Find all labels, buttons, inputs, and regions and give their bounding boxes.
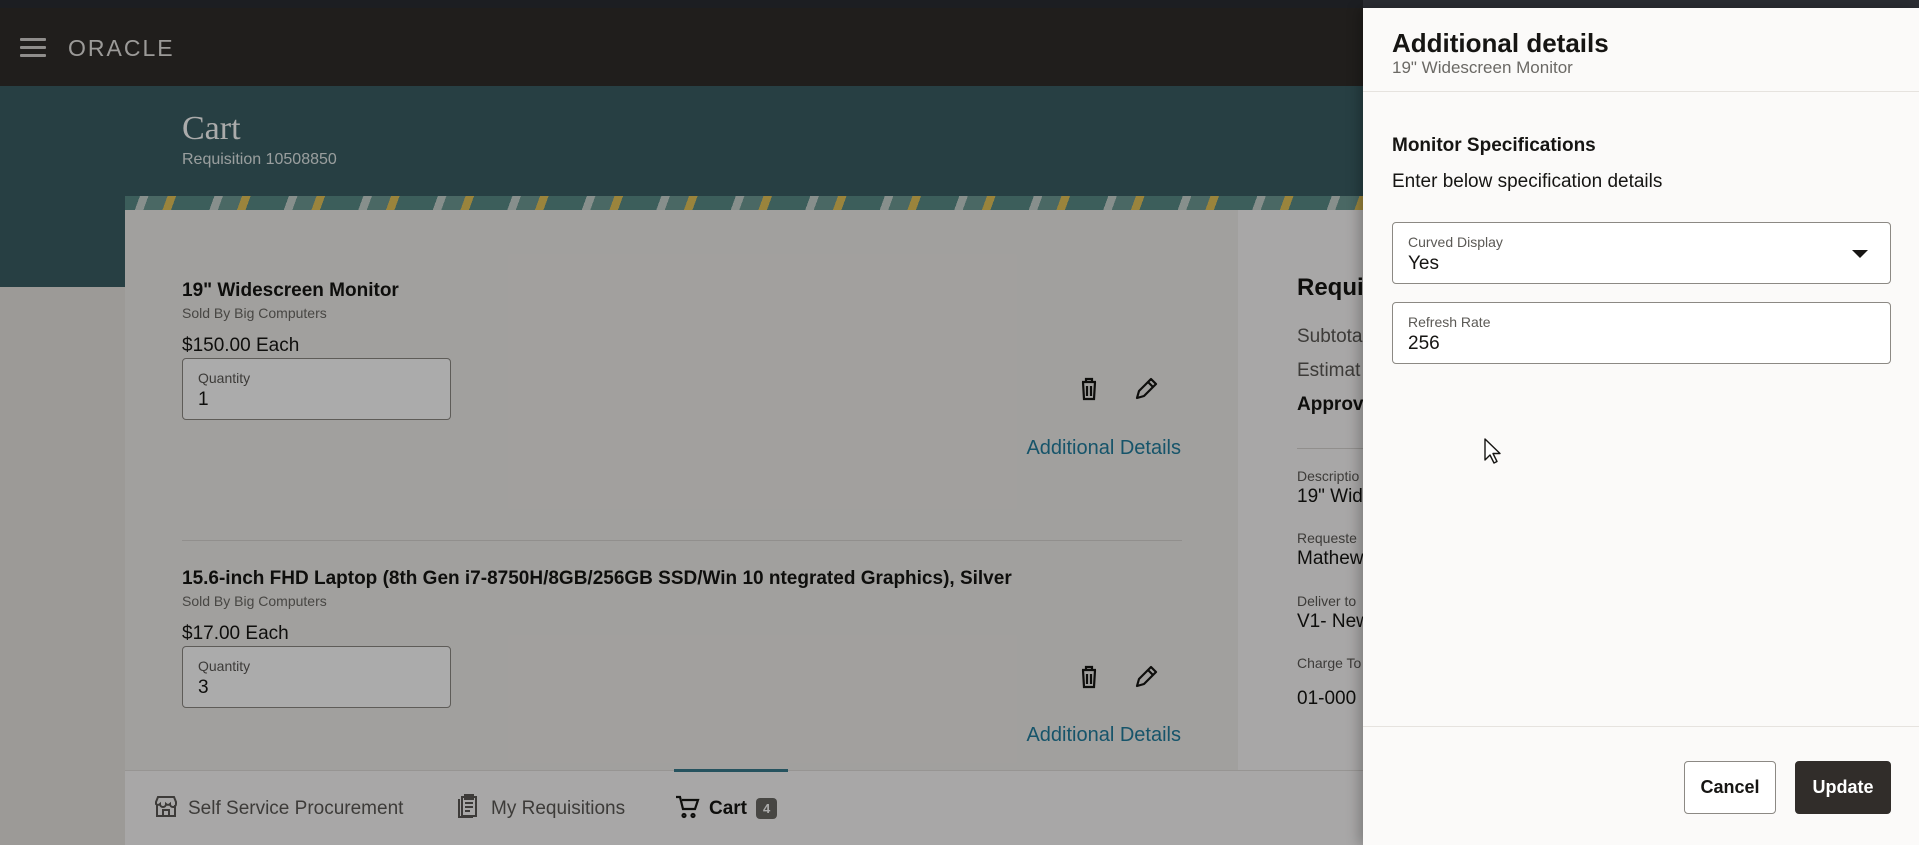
field-label: Refresh Rate [1408, 314, 1491, 330]
drawer-title: Additional details [1392, 28, 1609, 58]
field-value[interactable]: 256 [1408, 333, 1440, 355]
field-label: Curved Display [1408, 234, 1503, 250]
drawer-divider [1363, 91, 1919, 92]
section-title: Monitor Specifications [1392, 135, 1596, 156]
additional-details-drawer: Additional details 19" Widescreen Monito… [1363, 8, 1919, 845]
update-button[interactable]: Update [1795, 761, 1891, 814]
refresh-rate-input[interactable]: Refresh Rate 256 [1392, 302, 1891, 364]
modal-overlay[interactable] [0, 0, 1363, 845]
field-value: Yes [1408, 253, 1439, 274]
section-subtitle: Enter below specification details [1392, 171, 1663, 192]
chevron-down-icon[interactable] [1852, 250, 1868, 258]
footer-divider [1363, 726, 1919, 727]
mouse-cursor-icon [1483, 437, 1503, 465]
drawer-subtitle: 19" Widescreen Monitor [1392, 58, 1573, 77]
curved-display-select[interactable]: Curved Display Yes [1392, 222, 1891, 284]
cancel-button[interactable]: Cancel [1684, 761, 1776, 814]
